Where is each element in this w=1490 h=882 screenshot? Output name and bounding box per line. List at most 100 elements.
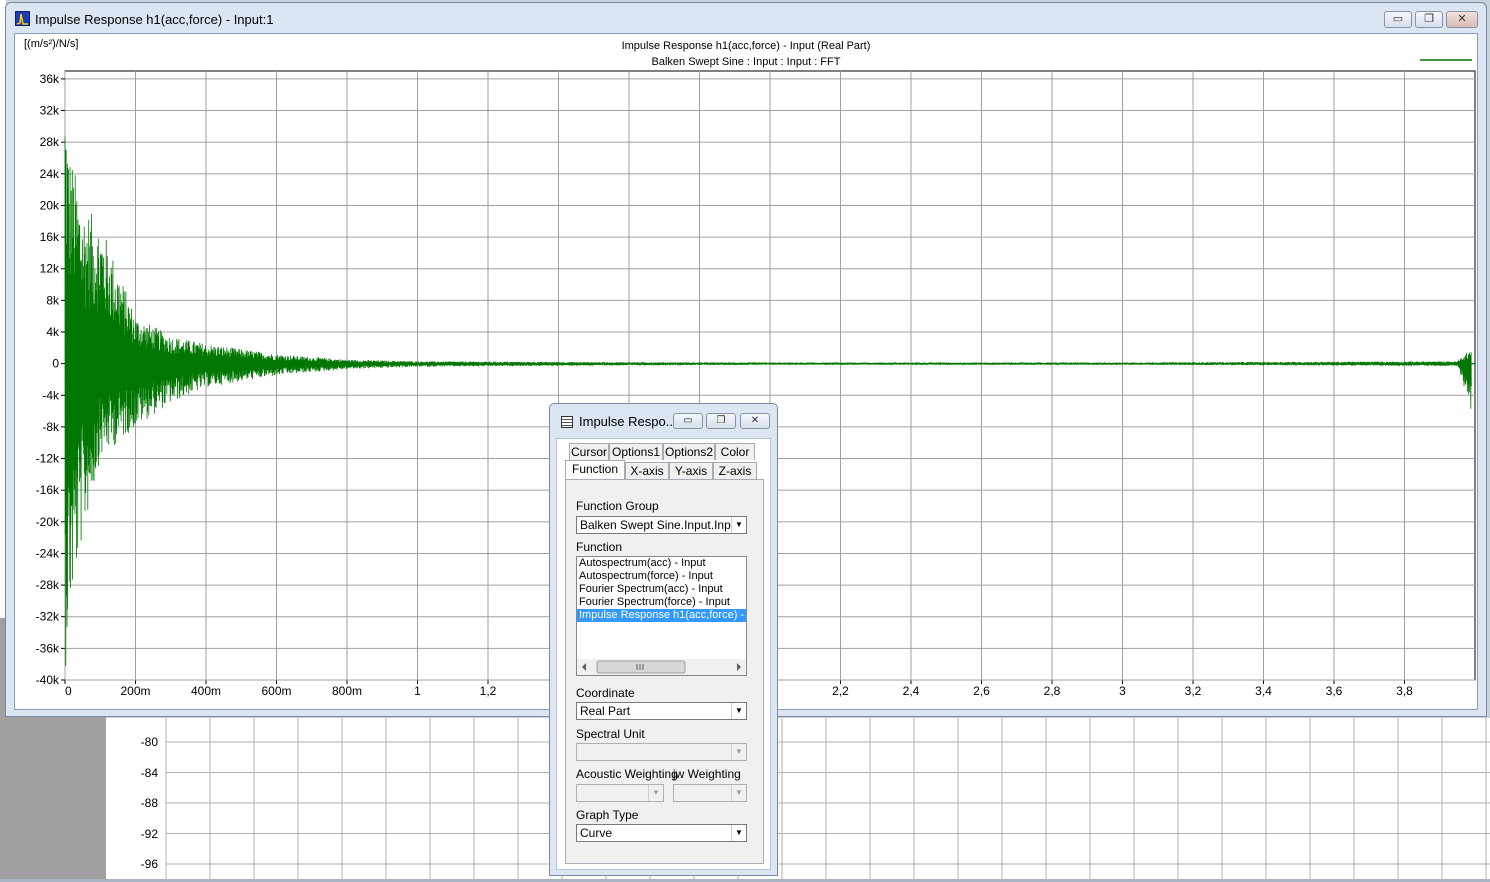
app-icon xyxy=(15,11,30,26)
y-tick-label: -16k xyxy=(36,483,60,497)
jw-weighting-select: ▼ xyxy=(673,784,747,802)
chevron-down-icon: ▼ xyxy=(648,785,663,801)
background-ytick: -84 xyxy=(140,766,158,780)
x-tick-label: 3,2 xyxy=(1185,684,1202,698)
coordinate-label: Coordinate xyxy=(576,686,635,700)
x-tick-label: 600m xyxy=(261,684,291,698)
properties-dialog[interactable]: Impulse Respo... ▭ ❐ ✕ Cursor Options1 O… xyxy=(549,403,778,876)
x-tick-label: 2,6 xyxy=(973,684,990,698)
function-tab-panel: Function Group Balken Swept Sine.Input.I… xyxy=(565,479,764,864)
restore-button[interactable]: ❐ xyxy=(1415,11,1443,28)
y-tick-label: 8k xyxy=(46,293,60,307)
x-tick-label: 2,4 xyxy=(903,684,920,698)
minimize-button[interactable]: ▭ xyxy=(1384,11,1412,28)
y-tick-label: -4k xyxy=(42,388,60,402)
y-tick-label: 0 xyxy=(52,357,59,371)
y-tick-label: 36k xyxy=(40,72,60,86)
tab-function[interactable]: Function xyxy=(565,460,625,479)
chart-title-block: Impulse Response h1(acc,force) - Input (… xyxy=(15,38,1477,70)
function-list[interactable]: Autospectrum(acc) - Input Autospectrum(f… xyxy=(576,556,747,676)
close-button[interactable]: ✕ xyxy=(1446,11,1478,28)
dialog-client: Cursor Options1 Options2 Color Function … xyxy=(556,438,771,870)
y-tick-label: -8k xyxy=(42,420,60,434)
chart-title: Impulse Response h1(acc,force) - Input (… xyxy=(621,40,871,52)
background-ytick: -80 xyxy=(140,735,158,749)
chevron-down-icon[interactable]: ▼ xyxy=(731,703,746,719)
chevron-down-icon[interactable]: ▼ xyxy=(731,517,746,533)
function-list-item[interactable]: Fourier Spectrum(force) - Input xyxy=(577,596,746,609)
function-list-item[interactable]: Autospectrum(acc) - Input xyxy=(577,557,746,570)
tab-x-axis[interactable]: X-axis xyxy=(625,462,669,479)
dialog-minimize-button[interactable]: ▭ xyxy=(673,413,703,429)
function-label: Function xyxy=(576,540,623,554)
scroll-thumb[interactable] xyxy=(596,660,686,674)
title-bar[interactable]: Impulse Response h1(acc,force) - Input:1… xyxy=(6,3,1486,33)
x-tick-label: 400m xyxy=(191,684,221,698)
y-tick-label: -36k xyxy=(36,641,60,655)
x-tick-label: 0 xyxy=(65,684,72,698)
tab-color[interactable]: Color xyxy=(715,443,755,460)
horizontal-scrollbar[interactable] xyxy=(577,659,746,675)
graph-type-label: Graph Type xyxy=(576,808,639,822)
dialog-icon xyxy=(561,416,573,428)
chart-subtitle: Balken Swept Sine : Input : Input : FFT xyxy=(651,56,841,68)
function-group-label: Function Group xyxy=(576,499,659,513)
chevron-down-icon: ▼ xyxy=(731,785,746,801)
y-tick-label: 28k xyxy=(40,135,60,149)
coordinate-select[interactable]: Real Part ▼ xyxy=(576,702,747,720)
chevron-down-icon: ▼ xyxy=(731,744,746,760)
y-tick-label: 12k xyxy=(40,262,60,276)
background-ytick: -88 xyxy=(140,796,158,810)
jw-weighting-label: jw Weighting xyxy=(673,767,741,781)
background-grid xyxy=(165,718,1490,879)
background-ytick: -92 xyxy=(140,827,158,841)
background-ytick: -96 xyxy=(140,857,158,871)
function-group-select[interactable]: Balken Swept Sine.Input.Input.I ▼ xyxy=(576,516,747,534)
y-tick-label: -12k xyxy=(36,452,60,466)
y-tick-label: 24k xyxy=(40,167,60,181)
function-list-item[interactable]: Fourier Spectrum(acc) - Input xyxy=(577,583,746,596)
y-tick-label: -20k xyxy=(36,515,60,529)
dialog-title: Impulse Respo... xyxy=(579,414,677,429)
spectral-unit-select: ▼ xyxy=(576,743,747,761)
dialog-close-button[interactable]: ✕ xyxy=(740,413,770,429)
y-tick-label: -40k xyxy=(36,673,60,687)
scroll-right-icon[interactable] xyxy=(737,663,741,671)
dialog-restore-button[interactable]: ❐ xyxy=(706,413,736,429)
tab-z-axis[interactable]: Z-axis xyxy=(713,462,757,479)
tab-options2[interactable]: Options2 xyxy=(663,443,715,460)
x-tick-label: 800m xyxy=(332,684,362,698)
y-tick-label: -24k xyxy=(36,546,60,560)
y-tick-label: -32k xyxy=(36,610,60,624)
tab-y-axis[interactable]: Y-axis xyxy=(669,462,713,479)
tab-cursor[interactable]: Cursor xyxy=(569,443,609,460)
y-tick-label: -28k xyxy=(36,578,60,592)
graph-type-value: Curve xyxy=(580,826,613,840)
y-tick-label: 4k xyxy=(46,325,60,339)
y-tick-label: 20k xyxy=(40,198,60,212)
x-tick-label: 3,6 xyxy=(1326,684,1343,698)
x-tick-label: 1,2 xyxy=(480,684,497,698)
function-list-item-selected[interactable]: Impulse Response h1(acc,force) - In xyxy=(577,609,746,622)
acoustic-weighting-label: Acoustic Weighting xyxy=(576,767,678,781)
function-list-item[interactable]: Autospectrum(force) - Input xyxy=(577,570,746,583)
x-tick-label: 2,2 xyxy=(832,684,849,698)
spectral-unit-label: Spectral Unit xyxy=(576,727,645,741)
x-tick-label: 3 xyxy=(1119,684,1126,698)
coordinate-value: Real Part xyxy=(580,704,631,718)
graph-type-select[interactable]: Curve ▼ xyxy=(576,824,747,842)
function-group-value: Balken Swept Sine.Input.Input.I xyxy=(580,518,747,532)
y-tick-label: 32k xyxy=(40,104,60,118)
scroll-left-icon[interactable] xyxy=(582,663,586,671)
x-tick-label: 3,4 xyxy=(1255,684,1272,698)
y-tick-label: 16k xyxy=(40,230,60,244)
acoustic-weighting-select: ▼ xyxy=(576,784,664,802)
window-title: Impulse Response h1(acc,force) - Input:1 xyxy=(35,12,274,27)
chevron-down-icon[interactable]: ▼ xyxy=(731,825,746,841)
tab-options1[interactable]: Options1 xyxy=(609,443,663,460)
x-tick-label: 3,8 xyxy=(1396,684,1413,698)
background-plot-area xyxy=(106,718,1490,879)
x-tick-label: 2,8 xyxy=(1044,684,1061,698)
x-tick-label: 200m xyxy=(120,684,150,698)
x-tick-label: 1 xyxy=(414,684,421,698)
